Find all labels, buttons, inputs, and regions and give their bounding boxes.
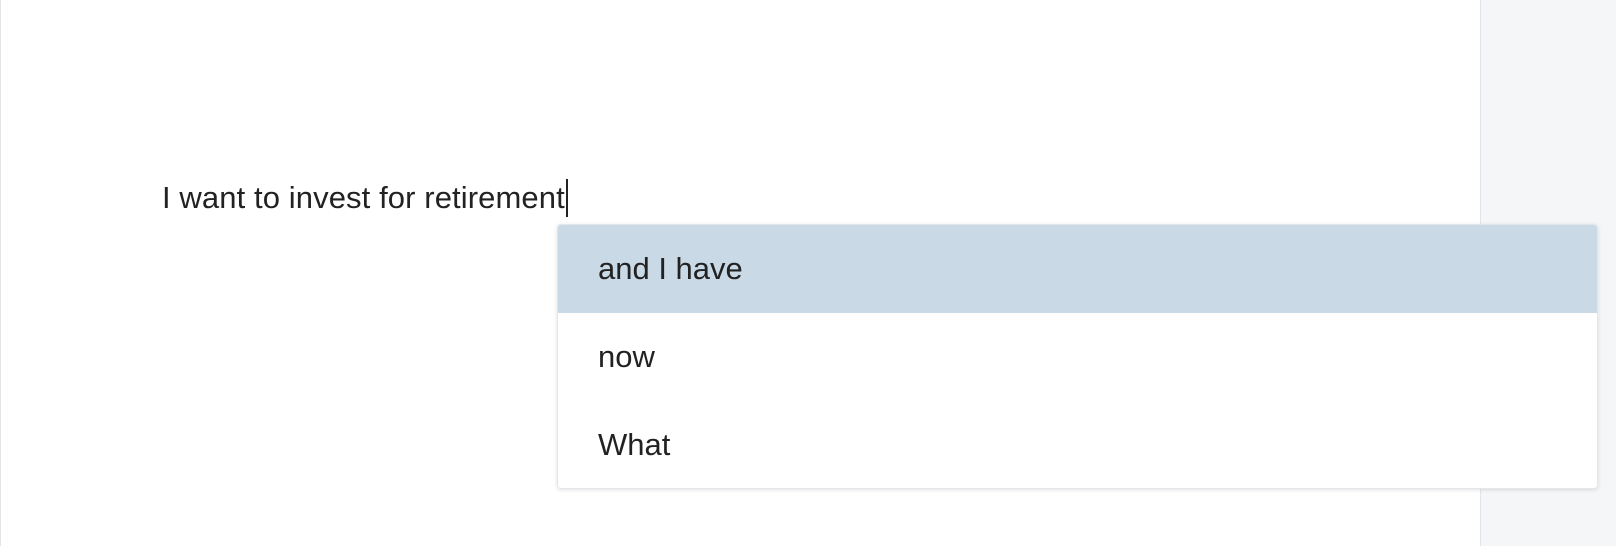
page: I want to invest for retirement and I ha… [0, 0, 1616, 546]
suggestion-item[interactable]: and I have [558, 225, 1597, 313]
editor-text-line[interactable]: I want to invest for retirement [162, 178, 568, 218]
suggestion-label: What [598, 427, 671, 462]
editor-text: I want to invest for retirement [162, 180, 565, 215]
suggestion-label: and I have [598, 251, 743, 286]
autocomplete-dropdown: and I have now What [557, 224, 1598, 489]
suggestion-item[interactable]: What [558, 401, 1597, 488]
suggestion-label: now [598, 339, 655, 374]
text-caret [565, 179, 568, 217]
suggestion-item[interactable]: now [558, 313, 1597, 401]
